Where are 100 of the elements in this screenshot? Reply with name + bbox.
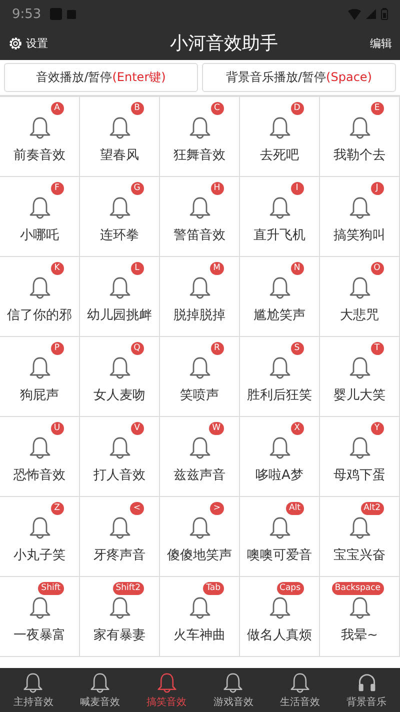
- bell-icon: [28, 276, 50, 300]
- play-pause-button[interactable]: 背景音乐播放/暂停(Space): [202, 63, 396, 92]
- play-pause-button[interactable]: 音效播放/暂停(Enter键): [4, 63, 198, 92]
- sound-button[interactable]: M 脱掉脱掉: [160, 257, 240, 337]
- bell-icon: [268, 596, 290, 620]
- bell-icon: [188, 356, 210, 380]
- sound-name: 我晕~: [341, 627, 378, 644]
- shortcut-badge: V: [130, 422, 144, 435]
- sound-button[interactable]: F 小哪吒: [0, 177, 80, 257]
- sound-button[interactable]: Q 女人麦吻: [80, 337, 160, 417]
- sound-button[interactable]: P 狗屁声: [0, 337, 80, 417]
- sound-button[interactable]: < 牙疼声音: [80, 497, 160, 577]
- shortcut-badge: F: [50, 182, 64, 195]
- sound-button[interactable]: D 去死吧: [240, 97, 320, 177]
- sound-button[interactable]: U 恐怖音效: [0, 417, 80, 497]
- sound-button[interactable]: H 警笛音效: [160, 177, 240, 257]
- shortcut-badge: M: [210, 262, 224, 275]
- sound-name: 直升飞机: [254, 227, 306, 244]
- shortcut-badge: H: [210, 182, 224, 195]
- sound-button[interactable]: Shift2 家有暴妻: [80, 577, 160, 657]
- shortcut-badge: E: [370, 102, 384, 115]
- shortcut-badge: Y: [370, 422, 384, 435]
- nav-tab[interactable]: 主持音效: [0, 668, 67, 712]
- shortcut-badge: W: [209, 422, 224, 435]
- sound-name: 笑喷声: [180, 387, 219, 404]
- bell-icon: [348, 596, 370, 620]
- sound-name: 噢噢可爱音: [247, 547, 312, 564]
- bell-icon: [268, 436, 290, 460]
- sound-name: 去死吧: [260, 147, 299, 164]
- shortcut-badge: O: [370, 262, 384, 275]
- sound-name: 婴儿大笑: [334, 387, 386, 404]
- shortcut-badge: B: [130, 102, 144, 115]
- shortcut-badge: K: [50, 262, 64, 275]
- bell-icon: [188, 196, 210, 220]
- bell-icon: [188, 276, 210, 300]
- sound-name: 哆啦A梦: [256, 467, 304, 484]
- sound-button[interactable]: Tab 火车神曲: [160, 577, 240, 657]
- sound-button[interactable]: G 连环拳: [80, 177, 160, 257]
- sound-name: 狗屁声: [20, 387, 59, 404]
- sound-button[interactable]: > 傻傻地笑声: [160, 497, 240, 577]
- shortcut-badge: Alt2: [360, 502, 384, 515]
- sound-name: 脱掉脱掉: [174, 307, 226, 324]
- status-time: 9:53: [12, 6, 42, 22]
- sound-name: 胜利后狂笑: [247, 387, 312, 404]
- nav-tab[interactable]: 生活音效: [266, 668, 334, 712]
- sound-button[interactable]: Z 小丸子笑: [0, 497, 80, 577]
- sound-name: 大悲咒: [340, 307, 379, 324]
- sound-button[interactable]: I 直升飞机: [240, 177, 320, 257]
- sound-button[interactable]: S 胜利后狂笑: [240, 337, 320, 417]
- settings-button[interactable]: 设置: [8, 36, 48, 50]
- sound-button[interactable]: W 兹兹声音: [160, 417, 240, 497]
- nav-tab[interactable]: 游戏音效: [200, 668, 267, 712]
- bell-icon: [188, 516, 210, 540]
- sound-button[interactable]: Shift 一夜暴富: [0, 577, 80, 657]
- shortcut-badge: Z: [50, 502, 64, 515]
- sound-name: 小丸子笑: [14, 547, 66, 564]
- sound-button[interactable]: J 搞笑狗叫: [320, 177, 400, 257]
- sound-name: 尴尬笑声: [254, 307, 306, 324]
- sound-name: 母鸡下蛋: [334, 467, 386, 484]
- bell-icon: [188, 436, 210, 460]
- bell-icon: [90, 672, 110, 694]
- sound-button[interactable]: X 哆啦A梦: [240, 417, 320, 497]
- nav-tab[interactable]: 喊麦音效: [66, 668, 134, 712]
- sound-name: 傻傻地笑声: [167, 547, 232, 564]
- sound-button[interactable]: R 笑喷声: [160, 337, 240, 417]
- nav-tab[interactable]: 背景音乐: [333, 668, 400, 712]
- headphones-icon: [356, 672, 377, 694]
- bell-icon: [348, 196, 370, 220]
- bell-icon: [290, 672, 310, 694]
- sound-button[interactable]: Y 母鸡下蛋: [320, 417, 400, 497]
- bell-icon: [348, 516, 370, 540]
- sound-button[interactable]: Backspace 我晕~: [320, 577, 400, 657]
- shortcut-badge: Shift: [38, 582, 64, 595]
- sound-button[interactable]: C 狂舞音效: [160, 97, 240, 177]
- shortcut-badge: Tab: [203, 582, 224, 595]
- sound-name: 搞笑狗叫: [334, 227, 386, 244]
- edit-button[interactable]: 编辑: [370, 36, 392, 50]
- sound-name: 连环拳: [100, 227, 139, 244]
- bell-icon: [108, 196, 130, 220]
- sound-button[interactable]: A 前奏音效: [0, 97, 80, 177]
- shortcut-badge: A: [50, 102, 64, 115]
- sound-button[interactable]: N 尴尬笑声: [240, 257, 320, 337]
- sound-button[interactable]: Alt 噢噢可爱音: [240, 497, 320, 577]
- sound-button[interactable]: O 大悲咒: [320, 257, 400, 337]
- shortcut-badge: >: [210, 502, 224, 515]
- sound-button[interactable]: Alt2 宝宝兴奋: [320, 497, 400, 577]
- sound-button[interactable]: V 打人音效: [80, 417, 160, 497]
- sound-name: 女人麦吻: [94, 387, 146, 404]
- sound-button[interactable]: E 我勒个去: [320, 97, 400, 177]
- sound-name: 狂舞音效: [174, 147, 226, 164]
- sound-button[interactable]: B 望春风: [80, 97, 160, 177]
- sound-name: 小哪吒: [20, 227, 59, 244]
- bell-icon: [268, 276, 290, 300]
- sound-name: 火车神曲: [174, 627, 226, 644]
- sound-button[interactable]: K 信了你的邪: [0, 257, 80, 337]
- sound-button[interactable]: T 婴儿大笑: [320, 337, 400, 417]
- sound-button[interactable]: Caps 做名人真烦: [240, 577, 320, 657]
- sound-button[interactable]: L 幼儿园挑衅: [80, 257, 160, 337]
- bell-icon: [28, 436, 50, 460]
- sound-name: 宝宝兴奋: [334, 547, 386, 564]
